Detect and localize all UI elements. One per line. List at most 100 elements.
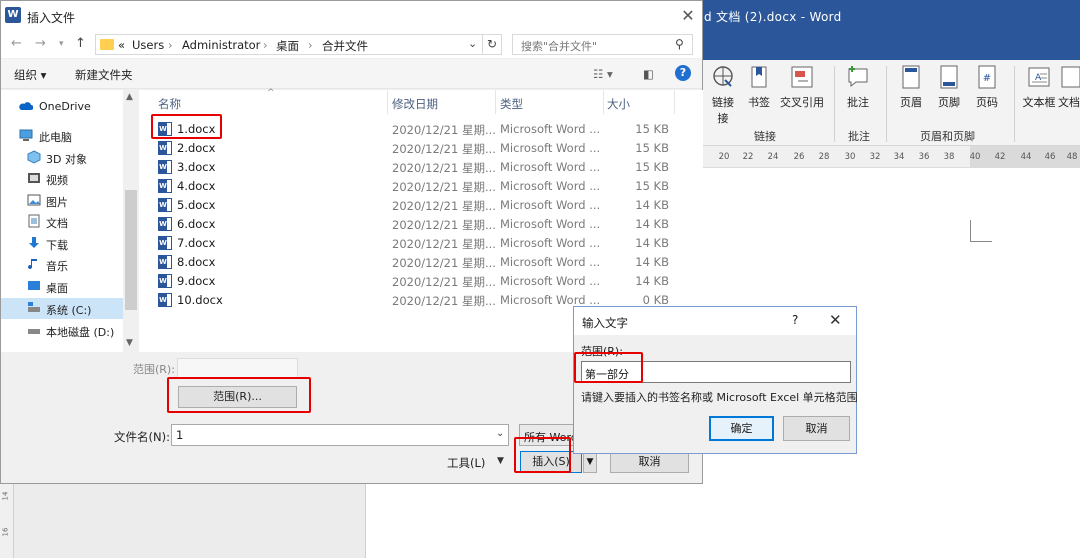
breadcrumb-users[interactable]: Users [132,38,164,52]
column-divider [495,90,496,114]
folder-icon [100,39,114,50]
insert-dropdown-icon[interactable]: ▼ [583,451,597,473]
search-icon: ⚲ [675,37,684,51]
column-header-type[interactable]: 类型 [500,96,523,112]
filename-input[interactable]: 1 ⌄ [171,424,509,446]
sidebar-item-label: 本地磁盘 (D:) [46,326,115,339]
organize-button[interactable]: 组织 ▾ [14,67,46,83]
sidebar-scrollbar[interactable]: ▲ ▼ [123,90,139,352]
ribbon-footer-button[interactable]: 页脚 [936,64,962,110]
input-hint: 请键入要插入的书签名称或 Microsoft Excel 单元格范围 [581,391,858,404]
sidebar-item-local-disk[interactable]: 本地磁盘 (D:) [1,320,123,341]
sidebar-item-3d-objects[interactable]: 3D 对象 [1,147,123,168]
scroll-up-icon[interactable]: ▲ [126,92,133,102]
column-header-size[interactable]: 大小 [607,96,630,112]
breadcrumb-merge-folder[interactable]: 合并文件 [322,38,368,54]
file-row[interactable]: 8.docx 2020/12/21 星期... Microsoft Word ...… [139,253,703,272]
refresh-icon[interactable]: ↻ [482,34,502,55]
file-date: 2020/12/21 星期... [392,199,496,213]
comment-icon [846,64,870,92]
close-icon[interactable]: ✕ [675,4,701,28]
sidebar-item-music[interactable]: 音乐 [1,254,123,275]
ribbon-doc-part-label: 文档 [1058,96,1080,109]
sidebar-item-this-pc[interactable]: 此电脑 [1,125,123,146]
file-row[interactable]: 3.docx 2020/12/21 星期... Microsoft Word ...… [139,158,703,177]
recent-dropdown-icon[interactable]: ▾ [59,39,64,49]
column-header-date[interactable]: 修改日期 [392,96,438,112]
preview-pane-icon[interactable]: ◧ [643,67,654,81]
scroll-down-icon[interactable]: ▼ [126,338,133,348]
forward-arrow-icon[interactable]: → [35,36,46,51]
search-input[interactable]: 搜索"合并文件" ⚲ [512,34,693,55]
ribbon-link-button[interactable]: 链接 接 [710,64,736,126]
breadcrumb-overflow[interactable]: « [118,38,125,52]
file-name: 10.docx [177,293,223,307]
sidebar-item-onedrive[interactable]: OneDrive [1,96,123,117]
ribbon-header-button[interactable]: 页眉 [898,64,924,110]
video-icon [28,173,40,183]
local-disk-icon [28,329,40,334]
file-size: 0 KB [642,293,669,307]
chevron-down-icon[interactable]: ⌄ [496,428,504,439]
new-folder-button[interactable]: 新建文件夹 [75,67,133,83]
ok-button[interactable]: 确定 [709,416,774,441]
ribbon-bookmark-button[interactable]: 书签 [746,64,772,110]
tools-menu[interactable]: 工具(L) [447,455,485,471]
vruler-tick: 14 [1,491,10,501]
sidebar-item-system-drive[interactable]: 系统 (C:) [1,298,123,319]
ribbon-cross-reference-button[interactable]: 交叉引用 [778,64,826,110]
ribbon-textbox-button[interactable]: A 文本框 [1022,64,1056,110]
breadcrumb-administrator[interactable]: Administrator [182,38,260,52]
sidebar-item-desktop[interactable]: 桌面 [1,276,123,297]
breadcrumb-separator-icon: › [263,38,268,52]
scrollbar-thumb[interactable] [125,190,137,310]
sidebar-item-label: 音乐 [46,260,68,273]
sidebar-item-documents[interactable]: 文档 [1,211,123,232]
chevron-down-icon[interactable]: ▼ [497,456,504,466]
svg-text:#: # [983,73,991,84]
breadcrumb-separator-icon: › [168,38,173,52]
help-icon[interactable]: ? [792,313,798,327]
address-bar[interactable]: « Users › Administrator › 桌面 › 合并文件 ⌄ [95,34,483,55]
highlight-box [574,352,643,383]
help-icon[interactable]: ? [675,65,691,81]
file-size: 14 KB [635,255,669,269]
file-date: 2020/12/21 星期... [392,275,496,289]
file-date: 2020/12/21 星期... [392,180,496,194]
file-type: Microsoft Word ... [500,236,601,250]
breadcrumb-desktop[interactable]: 桌面 [276,38,299,54]
word-logo-icon: W [5,7,21,23]
file-row[interactable]: 4.docx 2020/12/21 星期... Microsoft Word ...… [139,177,703,196]
sidebar-item-label: 视频 [46,174,68,187]
view-options-icon[interactable]: ☷ ▾ [593,67,613,81]
word-ribbon: 链接 接 书签 交叉引用 批注 页眉 页脚 # 页码 A 文本框 文档 链接 批… [702,60,1080,146]
close-icon[interactable]: ✕ [829,311,842,329]
file-row[interactable]: 2.docx 2020/12/21 星期... Microsoft Word ...… [139,139,703,158]
cancel-button[interactable]: 取消 [610,451,689,473]
computer-icon [19,129,33,141]
ribbon-page-number-button[interactable]: # 页码 [974,64,1000,110]
music-icon [28,259,37,270]
word-document-icon [158,160,172,174]
file-row[interactable]: 1.docx2020/12/21 星期...Microsoft Word ...… [139,120,703,139]
sidebar-item-pictures[interactable]: 图片 [1,190,123,211]
back-arrow-icon[interactable]: ← [11,36,22,51]
up-arrow-icon[interactable]: ↑ [75,36,86,51]
sidebar-item-downloads[interactable]: 下载 [1,233,123,254]
file-row[interactable]: 6.docx 2020/12/21 星期... Microsoft Word ...… [139,215,703,234]
word-titlebar: d 文档 (2).docx - Word [702,0,1080,60]
column-divider [603,90,604,114]
ribbon-footer-label: 页脚 [938,96,960,109]
ruler-tick: 30 [844,152,856,162]
chevron-down-icon[interactable]: ⌄ [468,37,477,50]
sidebar-item-videos[interactable]: 视频 [1,168,123,189]
ruler-tick: 40 [969,152,981,162]
ribbon-comment-button[interactable]: 批注 [844,64,872,110]
file-row[interactable]: 9.docx 2020/12/21 星期... Microsoft Word ...… [139,272,703,291]
input-cancel-button[interactable]: 取消 [783,416,850,441]
column-header-name[interactable]: 名称 [158,96,181,112]
file-row[interactable]: 7.docx 2020/12/21 星期... Microsoft Word ...… [139,234,703,253]
file-row[interactable]: 5.docx 2020/12/21 星期... Microsoft Word ...… [139,196,703,215]
ribbon-doc-part-button[interactable]: 文档 [1058,64,1080,110]
dialog-titlebar: W 插入文件 ✕ [1,1,702,32]
